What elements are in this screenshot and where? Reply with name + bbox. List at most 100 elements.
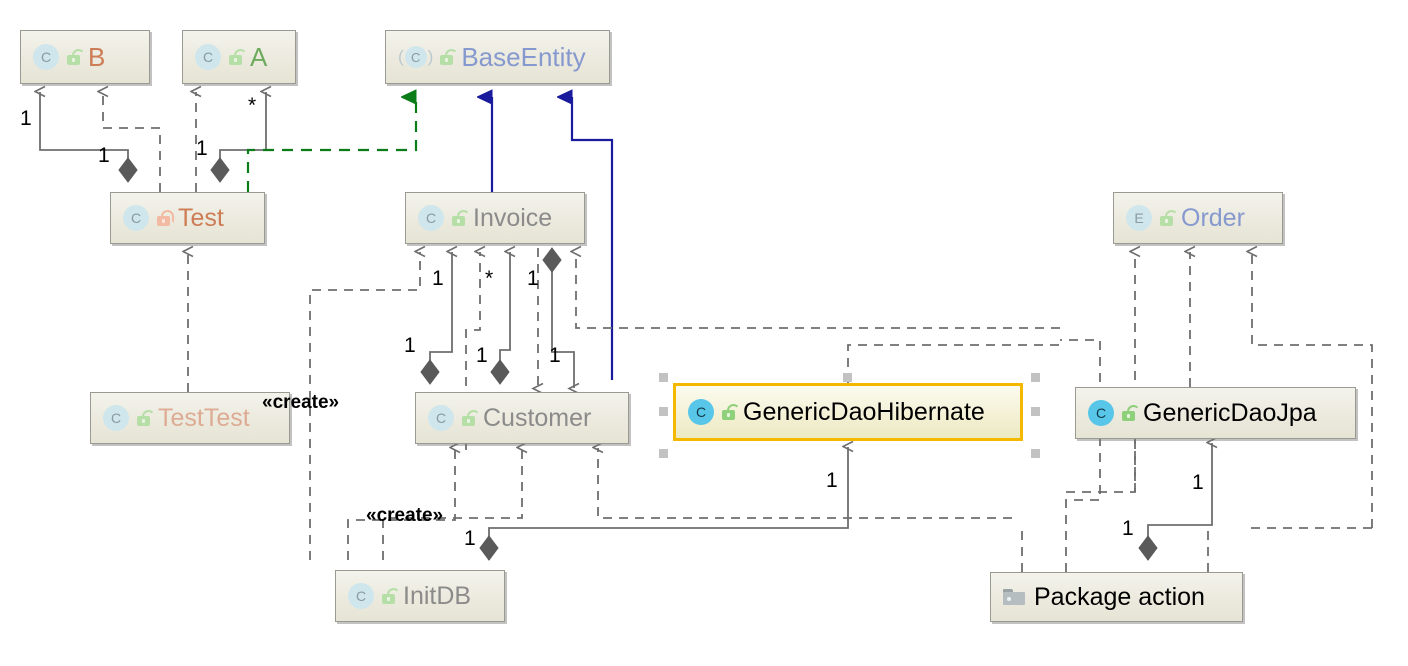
- class-name-label: B: [88, 42, 106, 72]
- class-node-genericdaohibernate[interactable]: C GenericDaoHibernate: [673, 383, 1023, 441]
- multiplicity-label: 1: [826, 469, 838, 492]
- class-name-label: A: [250, 42, 268, 72]
- class-name-label: InitDB: [403, 581, 472, 610]
- abstract-paren-right: ): [427, 47, 434, 66]
- edge-pkg-to-jpa-composition: [1147, 443, 1212, 560]
- class-badge-icon: ( C ): [398, 46, 433, 68]
- visibility-lock-closed-icon: [156, 210, 174, 226]
- class-node-b[interactable]: C B: [20, 30, 150, 84]
- multiplicity-label: 1: [20, 107, 32, 130]
- class-name-label: GenericDaoJpa: [1143, 398, 1317, 427]
- class-badge-icon: C: [688, 399, 718, 425]
- stereotype-badge-c: C: [33, 44, 59, 70]
- uml-diagram-canvas[interactable]: C B C A ( C ) BaseEntity C Test C Invoic…: [0, 0, 1408, 666]
- multiplicity-label: 1: [1122, 517, 1134, 540]
- stereotype-badge-c: C: [195, 44, 221, 70]
- stereotype-badge-c: C: [428, 405, 454, 431]
- visibility-lock-open-icon: [381, 588, 400, 604]
- class-name-label: TestTest: [158, 403, 250, 432]
- visibility-lock-open-icon: [439, 49, 459, 65]
- class-badge-icon: C: [123, 205, 153, 231]
- edge-daohibernate-top-route: [847, 344, 1060, 383]
- stereotype-badge-c: C: [418, 205, 444, 231]
- edge-initdb-to-daohibernate-composition: [488, 447, 848, 560]
- multiplicity-label: *: [485, 267, 494, 290]
- class-badge-icon: C: [428, 405, 458, 431]
- stereotype-badge-c: C: [404, 46, 427, 68]
- class-name-label: Customer: [483, 403, 592, 432]
- class-badge-icon: C: [1088, 400, 1118, 426]
- visibility-lock-open-icon: [136, 410, 155, 426]
- edge-customer-to-invoice-composition-2: [499, 252, 510, 372]
- multiplicity-label: 1: [527, 267, 539, 290]
- edge-invoice-to-customer-composition: [551, 252, 580, 395]
- selection-handle[interactable]: [1031, 407, 1040, 416]
- multiplicity-label: 1: [464, 527, 476, 550]
- visibility-lock-open-icon: [66, 49, 85, 65]
- package-name-label: Package action: [1034, 582, 1205, 611]
- visibility-lock-open-icon: [461, 410, 480, 426]
- stereotype-badge-c: C: [348, 583, 374, 609]
- class-name-label: Test: [178, 203, 224, 232]
- class-badge-icon: E: [1126, 205, 1156, 231]
- visibility-lock-open-icon: [228, 49, 247, 65]
- class-name-label: Invoice: [473, 203, 553, 232]
- class-name-label: GenericDaoHibernate: [743, 397, 985, 426]
- multiplicity-label: 1: [196, 137, 208, 160]
- class-node-a[interactable]: C A: [182, 30, 296, 84]
- visibility-lock-open-icon: [1121, 405, 1140, 421]
- class-node-invoice[interactable]: C Invoice: [405, 192, 585, 244]
- stereotype-badge-c: C: [1088, 400, 1114, 426]
- multiplicity-label: 1: [98, 144, 110, 167]
- selection-handle[interactable]: [659, 407, 668, 416]
- stereotype-label-create: «create»: [366, 505, 444, 526]
- edge-test-to-a-composition: [219, 92, 266, 170]
- class-badge-icon: C: [195, 44, 225, 70]
- class-badge-icon: C: [33, 44, 63, 70]
- edge-pkg-route-b: [1060, 339, 1101, 572]
- class-node-test[interactable]: C Test: [110, 192, 265, 244]
- stereotype-label-create: «create»: [262, 392, 340, 413]
- relationship-edges-layer: [0, 0, 1373, 572]
- class-badge-icon: C: [418, 205, 448, 231]
- edge-initdb-to-customer-a: [347, 448, 455, 560]
- stereotype-badge-c: C: [123, 205, 149, 231]
- class-node-initdb[interactable]: C InitDB: [335, 570, 505, 622]
- multiplicity-label: 1: [1192, 471, 1204, 494]
- edge-pkg-to-customer: [598, 448, 1012, 519]
- edge-test-to-b-composition: [40, 92, 129, 170]
- visibility-lock-open-icon: [721, 404, 740, 420]
- folder-icon: [1003, 589, 1025, 605]
- multiplicity-label: 1: [476, 344, 488, 367]
- edge-initdb-to-customer-b: [382, 448, 522, 560]
- edge-order-route-left: [1060, 440, 1136, 493]
- selection-handle[interactable]: [1031, 449, 1040, 458]
- class-badge-icon: C: [348, 583, 378, 609]
- selection-handle[interactable]: [659, 373, 668, 382]
- stereotype-badge-e: E: [1126, 205, 1152, 231]
- stereotype-badge-c: C: [103, 405, 129, 431]
- edge-dao-to-invoice: [576, 252, 1060, 329]
- stereotype-badge-c: C: [688, 399, 714, 425]
- package-node-package-action[interactable]: Package action: [990, 572, 1243, 622]
- class-node-order[interactable]: E Order: [1113, 192, 1283, 244]
- visibility-lock-open-icon: [1159, 210, 1178, 226]
- class-name-label: BaseEntity: [461, 42, 586, 72]
- composition-diamonds: [118, 157, 1158, 561]
- multiplicity-label: 1: [432, 267, 444, 290]
- edge-test-to-baseentity-realization: [246, 97, 418, 192]
- selection-handle[interactable]: [659, 449, 668, 458]
- class-node-testtest[interactable]: C TestTest: [90, 392, 290, 444]
- class-node-baseentity[interactable]: ( C ) BaseEntity: [385, 30, 610, 84]
- multiplicity-label: 1: [404, 334, 416, 357]
- class-badge-icon: C: [103, 405, 133, 431]
- visibility-lock-open-icon: [451, 210, 470, 226]
- multiplicity-label: *: [248, 94, 257, 117]
- abstract-paren-left: (: [398, 47, 404, 66]
- class-node-customer[interactable]: C Customer: [415, 392, 629, 444]
- selection-handle[interactable]: [843, 373, 852, 382]
- class-name-label: Order: [1181, 203, 1245, 232]
- selection-handle[interactable]: [1031, 373, 1040, 382]
- class-node-genericdaojpa[interactable]: C GenericDaoJpa: [1075, 387, 1356, 439]
- multiplicity-label: 1: [549, 344, 561, 367]
